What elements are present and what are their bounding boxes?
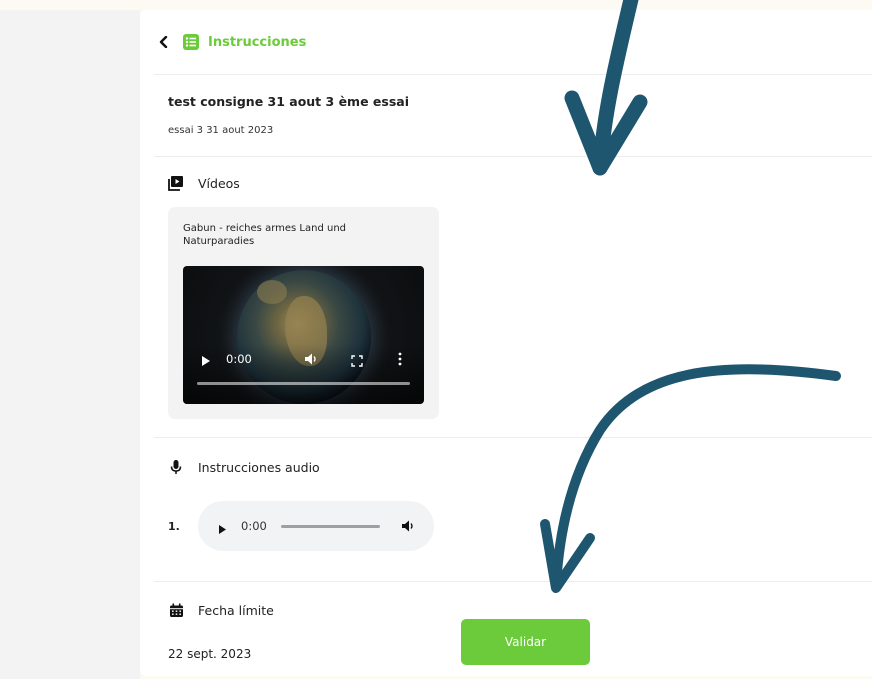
audio-section-label: Instrucciones audio (198, 459, 320, 475)
audio-player[interactable]: 0:00 (198, 501, 434, 551)
video-title: Gabun - reiches armes Land und Naturpara… (183, 223, 346, 247)
audio-progress-bar[interactable] (281, 525, 380, 528)
audio-item-index: 1. (168, 520, 180, 533)
volume-icon[interactable] (401, 518, 415, 537)
microphone-icon (168, 459, 184, 475)
video-card: Gabun - reiches armes Land und Naturpara… (168, 207, 439, 419)
deadline-date: 22 sept. 2023 (168, 647, 252, 661)
videos-section-header: Vídeos (168, 175, 240, 191)
validate-button[interactable]: Validar (461, 619, 590, 665)
left-gutter (0, 10, 140, 679)
video-player[interactable]: 0:00 (183, 266, 424, 404)
panel-header: Instrucciones (154, 28, 854, 56)
divider (154, 74, 872, 75)
divider (154, 581, 872, 582)
audio-section-header: Instrucciones audio (168, 459, 320, 475)
volume-icon[interactable] (304, 351, 318, 370)
instruction-title: test consigne 31 aout 3 ème essai (168, 94, 409, 109)
deadline-section-header: Fecha límite (168, 602, 274, 618)
chevron-left-icon (159, 36, 168, 48)
video-progress-bar[interactable] (197, 382, 410, 385)
divider (154, 156, 872, 157)
divider (154, 437, 872, 438)
instructions-panel: Instrucciones test consigne 31 aout 3 èm… (140, 10, 872, 676)
list-icon (182, 33, 200, 51)
more-options-icon[interactable] (398, 351, 402, 370)
videos-section-label: Vídeos (198, 175, 240, 191)
deadline-section-label: Fecha límite (198, 602, 274, 618)
play-icon[interactable] (201, 352, 211, 371)
back-button[interactable] (154, 30, 174, 54)
audio-time: 0:00 (241, 519, 267, 533)
calendar-icon (168, 602, 184, 618)
play-icon[interactable] (218, 520, 227, 539)
fullscreen-icon[interactable] (351, 352, 363, 371)
page-title: Instrucciones (208, 34, 307, 50)
video-time: 0:00 (226, 352, 252, 366)
instruction-subtitle: essai 3 31 aout 2023 (168, 125, 274, 136)
video-library-icon (168, 175, 184, 191)
